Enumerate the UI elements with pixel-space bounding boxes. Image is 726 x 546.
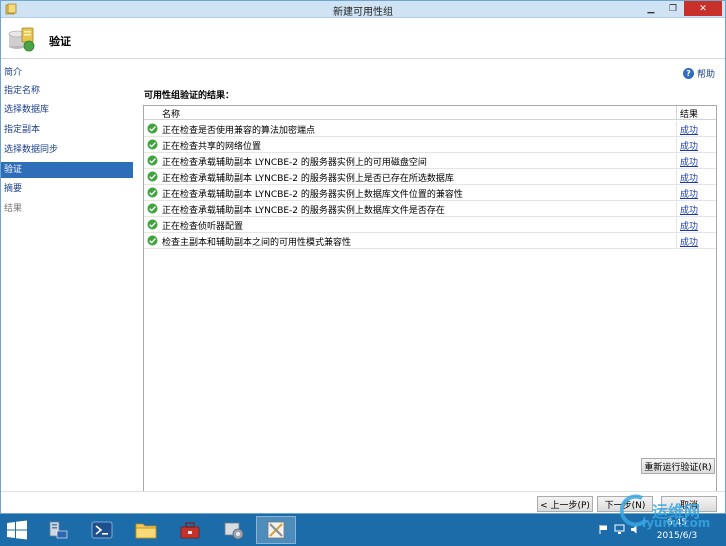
taskbar-toolbox[interactable] (170, 516, 210, 544)
success-check-icon (147, 235, 158, 246)
sidebar-item-intro[interactable]: 简介 (1, 65, 133, 81)
main-content: ? 帮助 可用性组验证的结果： 名称 结果 正在检查是否使用兼容的算法加密端点 … (135, 60, 725, 513)
result-link[interactable]: 成功 (680, 219, 698, 232)
title-bar: 新建可用性组 ▁ ❐ ✕ (1, 1, 725, 18)
table-row[interactable]: 正在检查共享的网络位置 成功 (144, 137, 716, 153)
close-button[interactable]: ✕ (684, 1, 722, 16)
services-icon (224, 522, 244, 540)
result-link[interactable]: 成功 (680, 123, 698, 136)
system-tray: 6:45 2015/6/3 (586, 514, 726, 546)
table-row[interactable]: 检查主副本和辅助副本之间的可用性模式兼容性 成功 (144, 233, 716, 249)
row-divider (676, 121, 677, 137)
table-row[interactable]: 正在检查承载辅助副本 LYNCBE-2 的服务器实例上数据库文件位置的兼容性 成… (144, 185, 716, 201)
powershell-icon (91, 521, 113, 539)
result-link[interactable]: 成功 (680, 171, 698, 184)
page-title: 验证 (49, 35, 71, 48)
success-check-icon (147, 203, 158, 214)
close-icon: ✕ (699, 3, 707, 14)
window-title: 新建可用性组 (333, 7, 393, 18)
check-name: 检查主副本和辅助副本之间的可用性模式兼容性 (162, 238, 352, 248)
taskbar-services[interactable] (214, 516, 254, 544)
check-name: 正在检查是否使用兼容的算法加密端点 (162, 126, 316, 136)
wizard-window: 新建可用性组 ▁ ❐ ✕ 验证 简介 指定名称 选择数据库 指定副本 选择数据同… (0, 0, 726, 514)
result-link[interactable]: 成功 (680, 187, 698, 200)
row-divider (676, 169, 677, 185)
grid-header: 名称 结果 (144, 106, 716, 120)
result-link[interactable]: 成功 (680, 203, 698, 216)
sql-tools-icon (267, 521, 285, 539)
result-link[interactable]: 成功 (680, 155, 698, 168)
success-check-icon (147, 139, 158, 150)
sidebar-item-specify-name[interactable]: 指定名称 (1, 83, 133, 99)
taskbar-server-manager[interactable] (38, 516, 78, 544)
check-name: 正在检查承载辅助副本 LYNCBE-2 的服务器实例上是否已存在所选数据库 (162, 174, 454, 184)
check-name: 正在检查承载辅助副本 LYNCBE-2 的服务器实例上的可用磁盘空间 (162, 158, 427, 168)
column-divider[interactable] (676, 106, 677, 120)
table-row[interactable]: 正在检查承载辅助副本 LYNCBE-2 的服务器实例上的可用磁盘空间 成功 (144, 153, 716, 169)
window-controls: ▁ ❐ ✕ (640, 1, 722, 16)
row-divider (676, 137, 677, 153)
availability-group-icon (8, 27, 35, 52)
restore-icon: ❐ (668, 3, 678, 14)
wizard-header: 验证 (1, 18, 725, 59)
next-button[interactable]: 下一步(N) (597, 496, 653, 512)
minimize-icon: ▁ (647, 3, 655, 14)
taskbar: 6:45 2015/6/3 (0, 514, 726, 546)
validation-results-grid: 名称 结果 正在检查是否使用兼容的算法加密端点 成功 正在检查共享的网络位置 成… (143, 105, 717, 507)
success-check-icon (147, 171, 158, 182)
section-title: 可用性组验证的结果： (144, 91, 235, 101)
maximize-button[interactable]: ❐ (662, 1, 684, 16)
clock-time[interactable]: 6:45 (652, 518, 702, 528)
column-header-result[interactable]: 结果 (680, 107, 698, 120)
row-divider (676, 233, 677, 249)
table-row[interactable]: 正在检查侦听器配置 成功 (144, 217, 716, 233)
clock-date[interactable]: 2015/6/3 (652, 531, 702, 541)
sidebar-item-data-sync[interactable]: 选择数据同步 (1, 142, 133, 158)
success-check-icon (147, 155, 158, 166)
sidebar-item-summary[interactable]: 摘要 (1, 181, 133, 197)
row-divider (676, 217, 677, 233)
cancel-button[interactable]: 取消 (661, 496, 717, 512)
row-divider (676, 201, 677, 217)
sidebar-item-results: 结果 (4, 204, 23, 214)
wizard-footer: < 上一步(P) 下一步(N) 取消 (1, 491, 725, 513)
success-check-icon (147, 219, 158, 230)
windows-start-icon[interactable] (6, 520, 28, 540)
wizard-sidebar: 简介 指定名称 选择数据库 指定副本 选择数据同步 验证 摘要 结果 (1, 60, 135, 513)
table-row[interactable]: 正在检查是否使用兼容的算法加密端点 成功 (144, 121, 716, 137)
previous-button[interactable]: < 上一步(P) (537, 496, 593, 512)
table-row[interactable]: 正在检查承载辅助副本 LYNCBE-2 的服务器实例上是否已存在所选数据库 成功 (144, 169, 716, 185)
server-manager-icon (49, 521, 68, 539)
success-check-icon (147, 123, 158, 134)
help-label: 帮助 (696, 70, 715, 80)
taskbar-sql-tools[interactable] (256, 516, 296, 544)
sidebar-item-specify-replicas[interactable]: 指定副本 (1, 122, 133, 138)
help-link[interactable]: ? 帮助 (682, 67, 715, 80)
speaker-icon[interactable] (630, 524, 641, 535)
sidebar-item-select-databases[interactable]: 选择数据库 (1, 102, 133, 118)
check-name: 正在检查侦听器配置 (162, 222, 244, 232)
column-header-name[interactable]: 名称 (162, 107, 180, 120)
success-check-icon (147, 187, 158, 198)
taskbar-powershell[interactable] (82, 516, 122, 544)
check-name: 正在检查承载辅助副本 LYNCBE-2 的服务器实例上数据库文件位置的兼容性 (162, 190, 463, 200)
toolbox-icon (180, 522, 200, 539)
minimize-button[interactable]: ▁ (640, 1, 662, 16)
file-explorer-icon (135, 523, 157, 539)
help-icon: ? (682, 68, 694, 79)
network-icon[interactable] (614, 524, 625, 535)
flag-icon[interactable] (598, 524, 609, 535)
sidebar-item-validation[interactable]: 验证 (1, 162, 133, 178)
result-link[interactable]: 成功 (680, 139, 698, 152)
row-divider (676, 185, 677, 201)
result-link[interactable]: 成功 (680, 235, 698, 248)
check-name: 正在检查承载辅助副本 LYNCBE-2 的服务器实例上数据库文件是否存在 (162, 206, 445, 216)
taskbar-file-explorer[interactable] (126, 516, 166, 544)
rerun-validation-button[interactable]: 重新运行验证(R) (641, 458, 715, 474)
check-name: 正在检查共享的网络位置 (162, 142, 262, 152)
row-divider (676, 153, 677, 169)
table-row[interactable]: 正在检查承载辅助副本 LYNCBE-2 的服务器实例上数据库文件是否存在 成功 (144, 201, 716, 217)
